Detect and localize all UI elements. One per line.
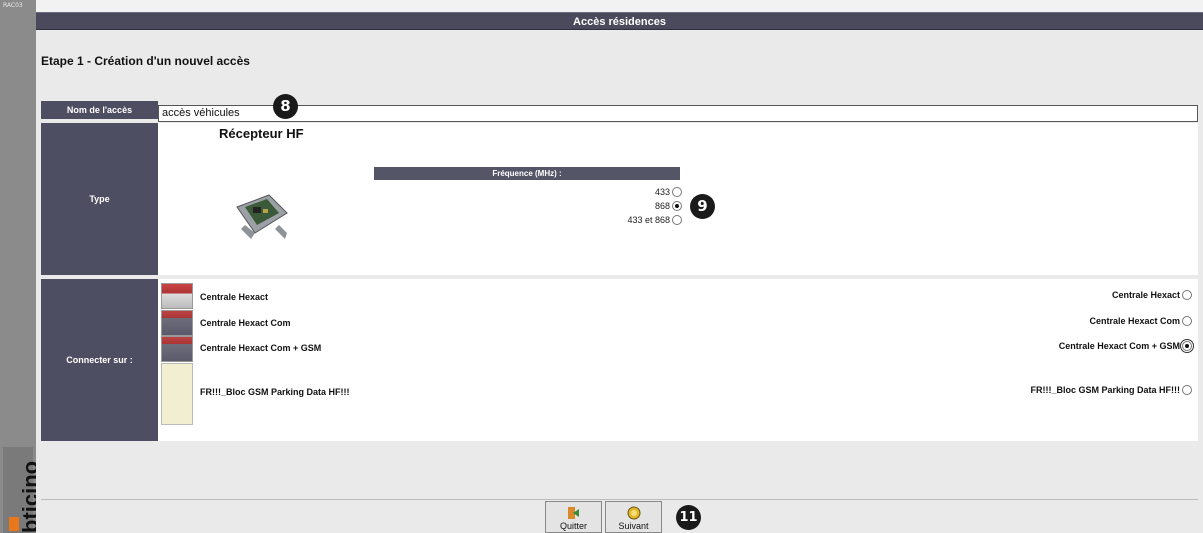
freq-option-433[interactable]: 433: [558, 185, 682, 199]
main-window: Accès résidences Etape 1 - Création d'un…: [36, 0, 1203, 533]
connect-option-label: Centrale Hexact Com: [1089, 316, 1180, 326]
name-label: Nom de l'accès: [41, 101, 158, 119]
central-thumbnail: [161, 283, 193, 309]
connect-item-name: Centrale Hexact: [200, 292, 269, 302]
connect-label: Connecter sur :: [41, 279, 158, 441]
top-gap: [36, 0, 1203, 12]
freq-option-label: 433 et 868: [627, 215, 670, 225]
freq-option-label: 433: [654, 187, 670, 197]
window-title: Accès résidences: [36, 12, 1203, 30]
connect-option-label: Centrale Hexact: [1111, 290, 1180, 300]
callout-9: 9: [690, 194, 715, 219]
exit-door-icon: [567, 507, 579, 519]
access-name-input[interactable]: [158, 104, 1198, 122]
name-row: Nom de l'accès: [41, 101, 1198, 123]
radio-433-868[interactable]: [672, 215, 682, 225]
footer-separator: [41, 499, 1198, 500]
connect-option-label: Centrale Hexact Com + GSM: [1058, 341, 1180, 351]
quit-button[interactable]: Quitter: [545, 501, 602, 533]
connect-item-option[interactable]: Centrale Hexact Com: [1089, 316, 1192, 326]
frequency-header: Fréquence (MHz) :: [374, 167, 680, 180]
quit-label: Quitter: [559, 521, 587, 531]
connect-cell: Centrale Hexact Centrale Hexact Centrale…: [158, 279, 1198, 441]
receiver-device-image: [236, 194, 288, 239]
next-circle-icon: [627, 506, 640, 520]
radio-bloc-gsm[interactable]: [1182, 385, 1192, 395]
freq-option-433-868[interactable]: 433 et 868: [558, 213, 682, 227]
frequency-options: 433 868 433 et 868: [558, 185, 682, 227]
type-label: Type: [41, 123, 158, 275]
radio-centrale-hexact-com[interactable]: [1182, 316, 1192, 326]
connect-row: Connecter sur : Centrale Hexact Centrale…: [41, 279, 1198, 445]
name-cell: [158, 101, 1198, 122]
freq-option-868[interactable]: 868: [558, 199, 682, 213]
radio-centrale-hexact[interactable]: [1182, 290, 1192, 300]
next-label: Suivant: [618, 521, 649, 531]
app-code: RAC03: [3, 2, 23, 9]
connect-item-option[interactable]: Centrale Hexact: [1112, 290, 1192, 300]
connect-item-name: FR!!!_Bloc GSM Parking Data HF!!!: [200, 387, 350, 397]
access-form: Nom de l'accès Type Récepteur HF Fréquen…: [41, 101, 1198, 445]
type-cell: Récepteur HF Fréquence (MHz) : 433 868 4…: [158, 123, 1198, 275]
radio-868[interactable]: [672, 201, 682, 211]
central-thumbnail: [161, 336, 193, 362]
central-thumbnail: [161, 310, 193, 336]
left-strip: RAC03 bticino: [0, 0, 43, 533]
brand-logo: bticino: [3, 447, 43, 533]
connect-item-option[interactable]: Centrale Hexact Com + GSM: [1058, 339, 1194, 353]
connect-option-label: FR!!!_Bloc GSM Parking Data HF!!!: [1030, 385, 1180, 395]
radio-433[interactable]: [672, 187, 682, 197]
callout-8: 8: [273, 94, 298, 119]
connect-item-name: Centrale Hexact Com + GSM: [200, 343, 322, 353]
next-button[interactable]: Suivant: [605, 501, 662, 533]
radio-centrale-hexact-com-gsm[interactable]: [1180, 339, 1194, 353]
receiver-title: Récepteur HF: [219, 126, 304, 141]
connect-item-option[interactable]: FR!!!_Bloc GSM Parking Data HF!!!: [1030, 385, 1192, 395]
freq-option-label: 868: [654, 201, 670, 211]
type-row: Type Récepteur HF Fréquence (MHz) : 433: [41, 123, 1198, 279]
step-title: Etape 1 - Création d'un nouvel accès: [41, 54, 250, 68]
connect-item-name: Centrale Hexact Com: [200, 318, 291, 328]
callout-11: 11: [676, 505, 701, 530]
bloc-gsm-thumbnail: [161, 363, 193, 425]
